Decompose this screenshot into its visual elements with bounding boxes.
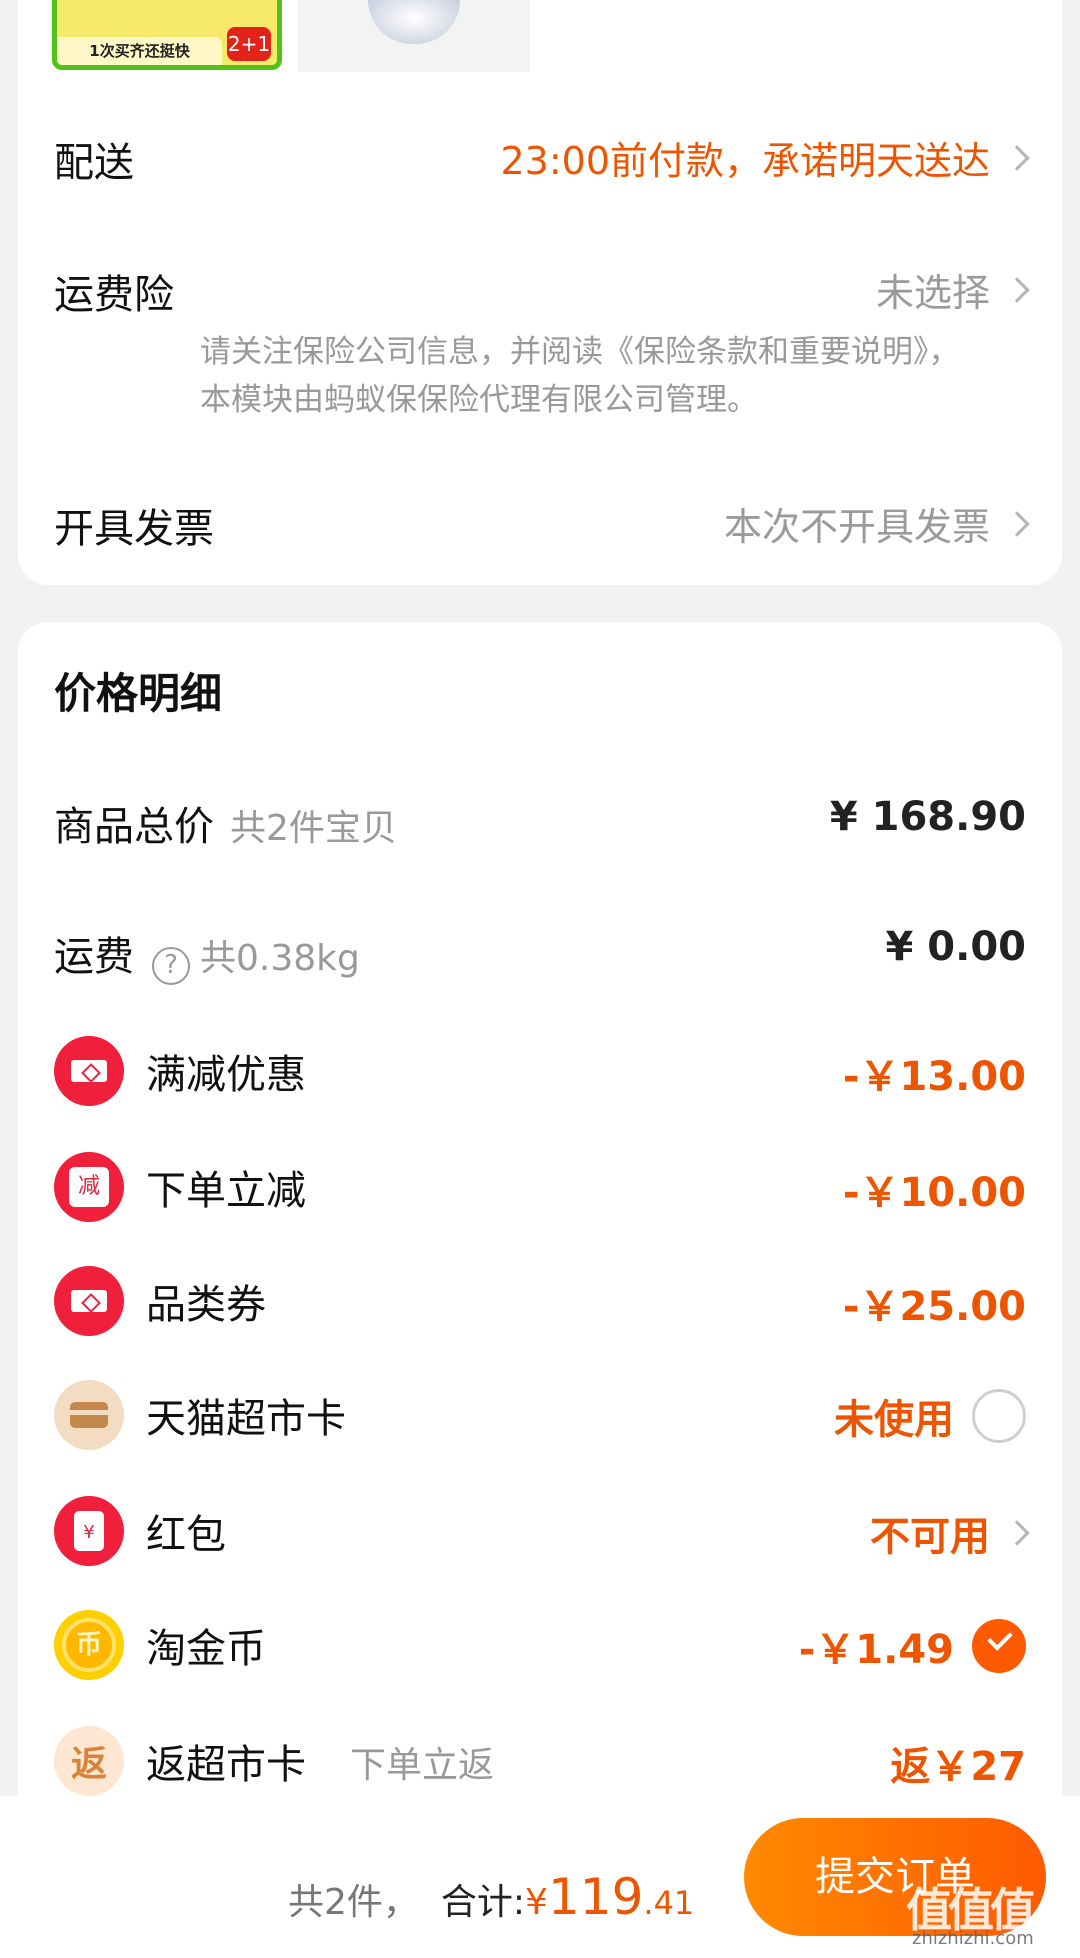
rebate-card-sub: 下单立返	[350, 1745, 495, 1786]
full-reduction-amount: -￥13.00	[842, 1054, 1026, 1100]
taobao-coin-amount: -￥1.49	[798, 1627, 954, 1673]
taobao-coin-row[interactable]: 币 淘金币 -￥1.49	[54, 1610, 1026, 1680]
taobao-coin-checkbox[interactable]	[972, 1619, 1026, 1673]
full-reduction-label: 满减优惠	[146, 1052, 306, 1098]
ticket-icon	[54, 1036, 124, 1106]
rebate-icon-text: 返	[70, 1744, 107, 1785]
rebate-card-amount: 返￥27	[890, 1744, 1026, 1790]
ticket-icon	[54, 1266, 124, 1336]
instant-discount-amount: -￥10.00	[842, 1170, 1026, 1216]
goods-count: 共2件宝贝	[230, 808, 397, 849]
chevron-right-icon	[1004, 144, 1030, 171]
delivery-row[interactable]: 配送 23:00前付款，承诺明天送达	[54, 130, 1030, 188]
price-detail-title: 价格明细	[54, 669, 223, 718]
chevron-right-icon	[1004, 510, 1030, 537]
taobao-coin-label: 淘金币	[146, 1626, 266, 1672]
tmall-card-label: 天猫超市卡	[146, 1396, 346, 1442]
red-envelope-status: 不可用	[870, 1514, 990, 1560]
tmall-card-row[interactable]: 天猫超市卡 未使用	[54, 1380, 1026, 1450]
watermark-text: zhizhizhi.com	[912, 1928, 1034, 1949]
shipping-insurance-value: 未选择	[875, 271, 990, 315]
tmall-card-radio[interactable]	[972, 1389, 1026, 1443]
delivery-label: 配送	[54, 140, 134, 186]
coin-icon: 币	[54, 1610, 124, 1680]
discount-icon-text: 减	[69, 1167, 109, 1207]
help-icon[interactable]: ?	[152, 946, 190, 985]
checkout-page: 1次买齐还挺快 2+1 配送 23:00前付款，承诺明天送达 运费险 未选择 请…	[0, 0, 1080, 1958]
freight-row: 运费? 共0.38kg ¥ 0.00	[54, 924, 1026, 985]
order-total: 共2件， 合计:¥119.41	[288, 1868, 694, 1926]
delivery-value: 23:00前付款，承诺明天送达	[500, 139, 990, 183]
total-yen: ¥	[525, 1882, 548, 1923]
goods-total-row: 商品总价 共2件宝贝 ¥ 168.90	[54, 794, 1026, 852]
instant-discount-label: 下单立减	[146, 1168, 306, 1214]
shipping-insurance-label: 运费险	[54, 272, 174, 318]
item-count: 共2件，	[288, 1882, 419, 1923]
discount-icon: 减	[54, 1152, 124, 1222]
tmall-cat-icon: 2+1	[227, 27, 271, 61]
chevron-right-icon	[1004, 276, 1030, 303]
product-thumbnail[interactable]: 1次买齐还挺快 2+1	[52, 0, 282, 70]
product-thumbnail[interactable]	[298, 0, 530, 72]
rebate-card-row: 返 返超市卡 下单立返 返￥27	[54, 1726, 1026, 1796]
shipping-insurance-row[interactable]: 运费险 未选择	[54, 262, 1030, 320]
goods-total-amount: ¥ 168.90	[829, 794, 1026, 840]
red-envelope-row[interactable]: ¥ 红包 不可用	[54, 1496, 1030, 1566]
card-icon	[54, 1380, 124, 1450]
red-envelope-label: 红包	[146, 1512, 226, 1558]
thumbnail-promo-text: 1次买齐还挺快	[57, 37, 222, 65]
chevron-right-icon	[1004, 1520, 1030, 1546]
insurance-note: 请关注保险公司信息，并阅读《保险条款和重要说明》，本模块由蚂蚁保保险代理有限公司…	[200, 334, 960, 418]
red-envelope-icon: ¥	[54, 1496, 124, 1566]
instant-discount-row[interactable]: 减 下单立减 -￥10.00	[54, 1152, 1026, 1222]
bottle-image	[368, 0, 460, 44]
invoice-value: 本次不开具发票	[723, 505, 990, 549]
goods-total-label: 商品总价	[54, 804, 214, 850]
total-label: 合计:	[440, 1882, 526, 1923]
invoice-row[interactable]: 开具发票 本次不开具发票	[54, 496, 1030, 554]
category-coupon-label: 品类券	[146, 1282, 266, 1328]
rebate-card-label: 返超市卡	[146, 1742, 306, 1788]
total-decimal: .41	[643, 1884, 695, 1922]
tmall-card-status: 未使用	[834, 1397, 954, 1443]
freight-label: 运费	[54, 934, 134, 980]
invoice-label: 开具发票	[54, 506, 214, 552]
total-integer: 119	[547, 1868, 644, 1926]
freight-amount: ¥ 0.00	[885, 924, 1026, 970]
category-coupon-amount: -￥25.00	[842, 1284, 1026, 1330]
red-envelope-icon-text: ¥	[74, 1511, 104, 1551]
coin-icon-text: 币	[62, 1618, 116, 1672]
freight-weight: 共0.38kg	[200, 938, 360, 979]
rebate-icon: 返	[54, 1726, 124, 1796]
watermark: 值值值 zhizhizhi.com	[906, 1874, 1056, 1949]
category-coupon-row[interactable]: 品类券 -￥25.00	[54, 1266, 1026, 1336]
full-reduction-row[interactable]: 满减优惠 -￥13.00	[54, 1036, 1026, 1106]
